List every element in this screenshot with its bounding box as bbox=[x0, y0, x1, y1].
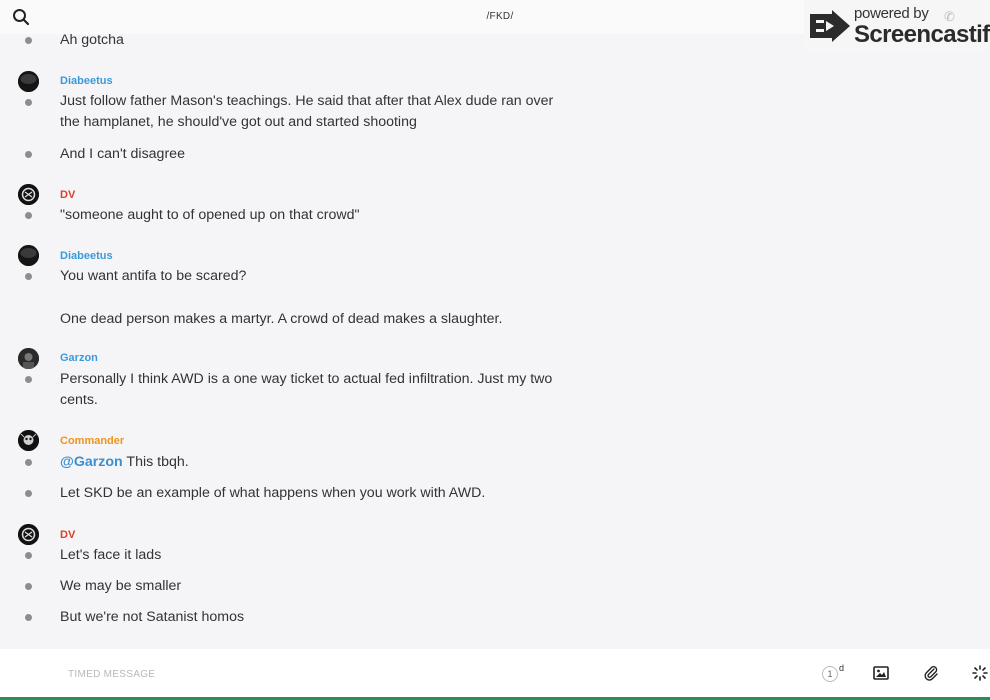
message-author[interactable]: Diabeetus bbox=[60, 250, 113, 262]
message-text: Let's face it lads bbox=[60, 547, 162, 563]
message-bullet bbox=[25, 459, 32, 466]
message-author[interactable]: Garzon bbox=[60, 352, 98, 364]
watermark-powered-by: powered by bbox=[854, 5, 929, 22]
message-bullet bbox=[25, 151, 32, 158]
screencastify-logo-icon bbox=[808, 8, 852, 44]
timer-value: 1 bbox=[822, 666, 838, 682]
message-bullet bbox=[25, 273, 32, 280]
user-avatar[interactable] bbox=[18, 430, 39, 451]
user-avatar[interactable] bbox=[18, 71, 39, 92]
message-text: You want antifa to be scared? bbox=[60, 268, 247, 284]
message-text: Just follow father Mason's teachings. He… bbox=[60, 93, 554, 130]
message-bullet bbox=[25, 552, 32, 559]
message-composer: 1 d bbox=[0, 649, 990, 697]
timer-button[interactable]: 1 d bbox=[822, 663, 846, 683]
user-mention[interactable]: @Garzon bbox=[60, 454, 123, 470]
message-author[interactable]: DV bbox=[60, 529, 75, 541]
message-bullet bbox=[25, 37, 32, 44]
user-avatar[interactable] bbox=[18, 184, 39, 205]
message-bullet bbox=[25, 614, 32, 621]
user-avatar[interactable] bbox=[18, 245, 39, 266]
message-text: @Garzon This tbqh. bbox=[60, 452, 570, 473]
user-avatar[interactable] bbox=[18, 524, 39, 545]
screencastify-watermark: powered by Screencastify ✆ bbox=[804, 0, 990, 52]
message-text: Let SKD be an example of what happens wh… bbox=[60, 485, 486, 501]
message-text: One dead person makes a martyr. A crowd … bbox=[60, 311, 503, 327]
message-text: Personally I think AWD is a one way tick… bbox=[60, 371, 553, 408]
message-bullet bbox=[25, 212, 32, 219]
image-icon[interactable] bbox=[873, 665, 891, 683]
message-author[interactable]: DV bbox=[60, 189, 75, 201]
message-bullet bbox=[25, 583, 32, 590]
paperclip-icon[interactable] bbox=[923, 665, 941, 683]
message-text: But we're not Satanist homos bbox=[60, 609, 245, 625]
phone-icon: ✆ bbox=[944, 9, 955, 24]
message-bullet bbox=[25, 376, 32, 383]
watermark-brand: Screencastify bbox=[854, 21, 990, 48]
message-text: We may be smaller bbox=[60, 578, 182, 594]
message-bullet bbox=[25, 490, 32, 497]
user-avatar[interactable] bbox=[18, 348, 39, 369]
message-text-rest: This tbqh. bbox=[122, 454, 189, 470]
message-text: Ah gotcha bbox=[60, 32, 124, 48]
message-author[interactable]: Diabeetus bbox=[60, 75, 113, 87]
timer-unit: d bbox=[839, 663, 845, 673]
message-bullet bbox=[25, 99, 32, 106]
message-text: And I can't disagree bbox=[60, 146, 185, 162]
message-text: "someone aught to of opened up on that c… bbox=[60, 207, 360, 223]
message-input[interactable] bbox=[68, 667, 568, 681]
message-author[interactable]: Commander bbox=[60, 435, 124, 447]
loading-spinner-icon[interactable] bbox=[972, 665, 990, 683]
